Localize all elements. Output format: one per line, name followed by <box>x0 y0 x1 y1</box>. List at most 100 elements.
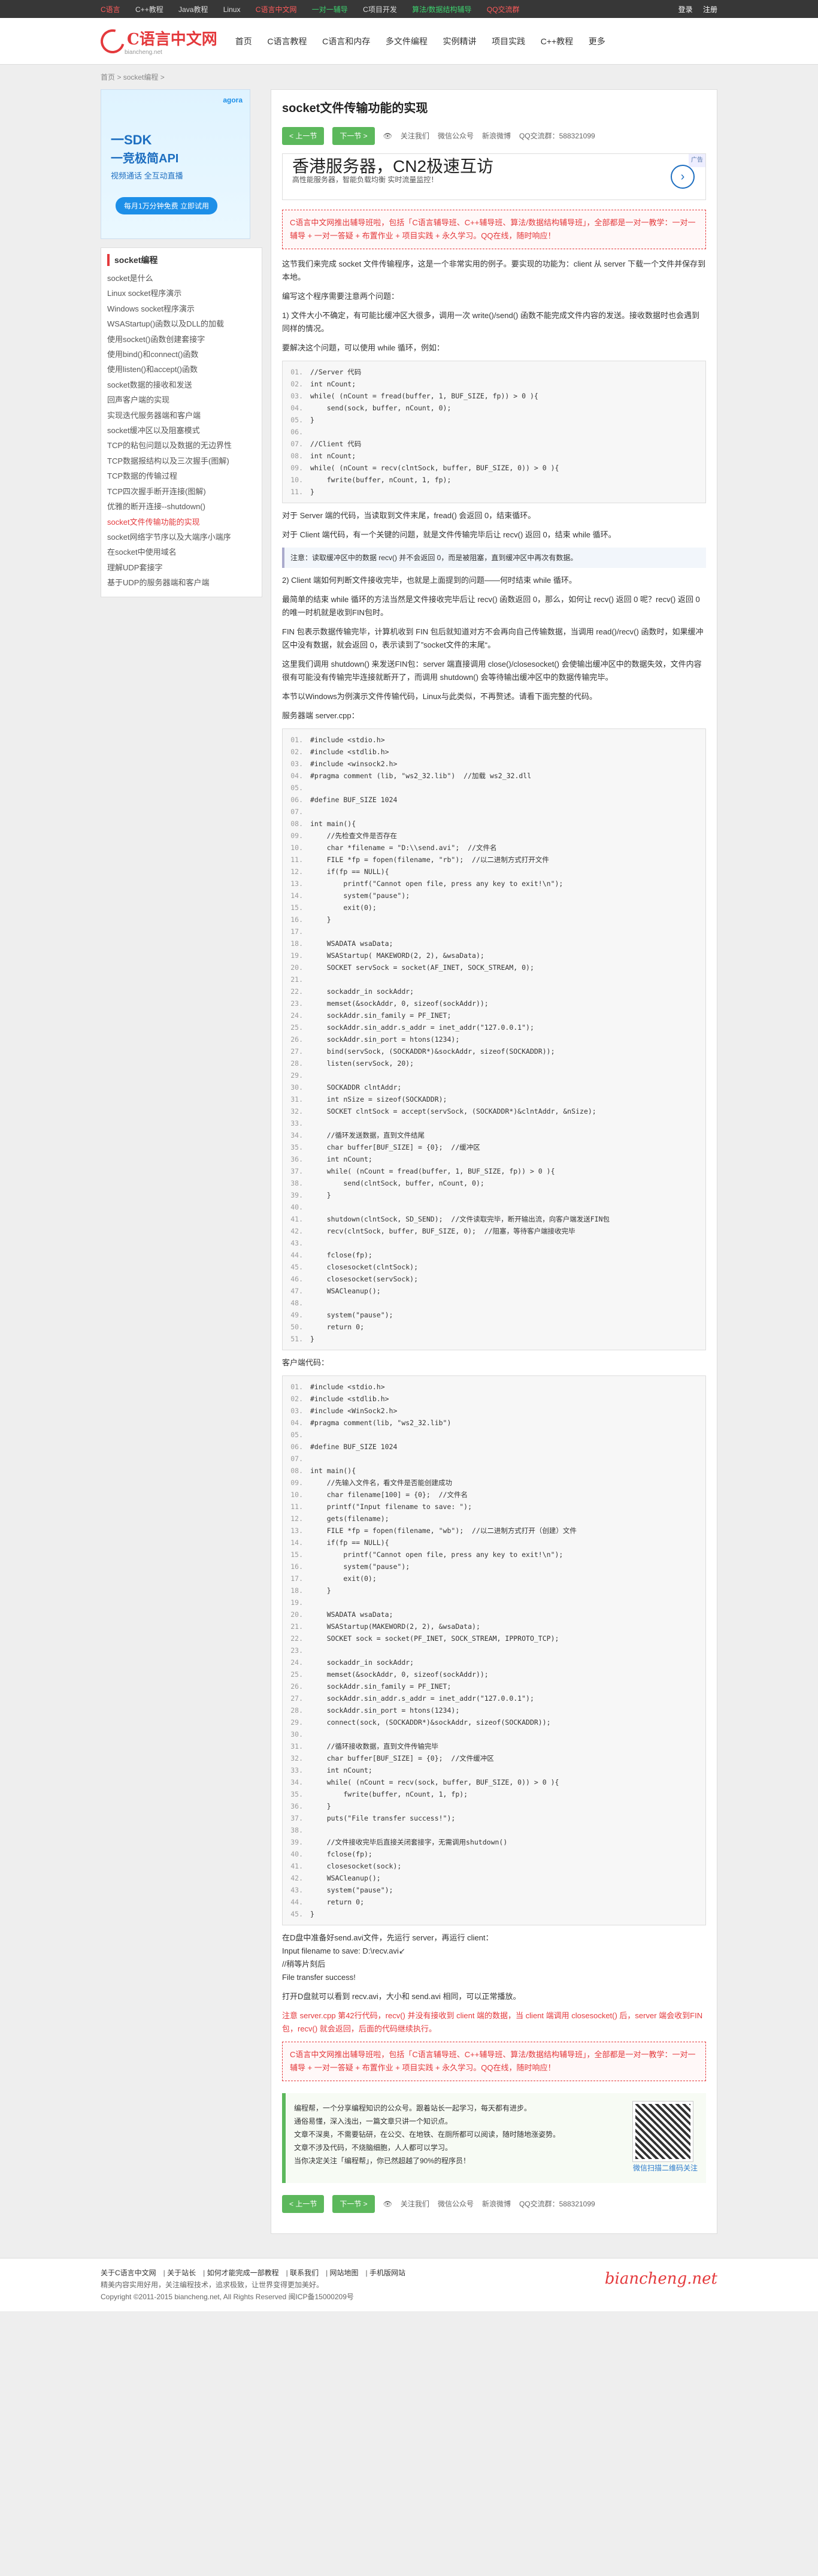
sidebar-menu-item[interactable]: Linux socket程序演示 <box>107 286 256 301</box>
sidebar-menu-item[interactable]: 基于UDP的服务器端和客户端 <box>107 575 256 590</box>
sidebar-menu-item[interactable]: socket网络字节序以及大端序小端序 <box>107 530 256 545</box>
meta-wechat[interactable]: 微信公众号 <box>438 2197 474 2211</box>
meta-follow[interactable]: 关注我们 <box>401 129 429 143</box>
code-text: send(clntSock, buffer, nCount, 0); <box>310 1179 484 1187</box>
footer-link[interactable]: 关于站长 <box>167 2269 196 2277</box>
meta-qq[interactable]: QQ交流群：588321099 <box>519 2197 595 2211</box>
line-number: 22. <box>290 987 303 996</box>
code-text: memset(&sockAddr, 0, sizeof(sockAddr)); <box>310 999 489 1008</box>
meta-qq[interactable]: QQ交流群：588321099 <box>519 129 595 143</box>
code-line: 05.} <box>283 414 705 426</box>
sidebar-menu-item[interactable]: Windows socket程序演示 <box>107 301 256 316</box>
menu-title: socket编程 <box>107 254 256 266</box>
nav-item[interactable]: C语言和内存 <box>322 37 370 46</box>
code-line: 09. while( (nCount = recv(clntSock, buffe… <box>283 462 705 474</box>
code-line: 28. listen(servSock, 20); <box>283 1057 705 1069</box>
sidebar-menu-item[interactable]: 回声客户端的实现 <box>107 392 256 407</box>
chevron-right-icon[interactable]: › <box>671 165 695 189</box>
sidebar-menu-item[interactable]: 在socket中使用域名 <box>107 545 256 560</box>
next-button[interactable]: 下一节 > <box>332 127 375 145</box>
nav-item[interactable]: 首页 <box>235 37 252 46</box>
code-line: 34. //循环发送数据，直到文件结尾 <box>283 1129 705 1141</box>
nav-item[interactable]: 更多 <box>589 37 605 46</box>
sidebar-menu-item[interactable]: socket是什么 <box>107 271 256 286</box>
sidebar-menu-item[interactable]: 使用bind()和connect()函数 <box>107 347 256 362</box>
promo-box: 编程帮，一个分享编程知识的公众号。跟着站长一起学习，每天都有进步。 通俗易懂，深… <box>282 2093 706 2183</box>
breadcrumb-item[interactable]: 首页 <box>101 73 115 81</box>
register-link[interactable]: 注册 <box>703 5 717 14</box>
code-line: 10. char filename[100] = {0}; //文件名 <box>283 1489 705 1501</box>
code-line: 07. <box>283 806 705 818</box>
site-logo[interactable]: C语言中文网 biancheng.net <box>96 25 217 58</box>
sidebar-menu-item[interactable]: TCP数据报结构以及三次握手(图解) <box>107 453 256 468</box>
next-button[interactable]: 下一节 > <box>332 2195 375 2213</box>
sidebar-menu-item[interactable]: socket文件传输功能的实现 <box>107 515 256 530</box>
top-link[interactable]: C语言中文网 <box>256 5 297 14</box>
meta-weibo[interactable]: 新浪微博 <box>482 129 511 143</box>
nav-item[interactable]: C++教程 <box>541 37 573 46</box>
top-link[interactable]: C语言 <box>101 5 120 14</box>
nav-item[interactable]: 项目实践 <box>492 37 525 46</box>
code-text: SOCKET sock = socket(PF_INET, SOCK_STREA… <box>310 1634 559 1643</box>
nav-item[interactable]: 多文件编程 <box>386 37 428 46</box>
sidebar-menu-item[interactable]: WSAStartup()函数以及DLL的加载 <box>107 316 256 331</box>
line-number: 25. <box>290 1670 303 1679</box>
sidebar-menu-item[interactable]: TCP的粘包问题以及数据的无边界性 <box>107 438 256 453</box>
sidebar-menu-item[interactable]: 实现迭代服务器端和客户端 <box>107 408 256 423</box>
top-link[interactable]: Java教程 <box>178 5 208 14</box>
sidebar-menu-item[interactable]: 使用listen()和accept()函数 <box>107 362 256 377</box>
footer-link[interactable]: 联系我们 <box>290 2269 319 2277</box>
login-link[interactable]: 登录 <box>678 5 693 14</box>
sidebar-menu-item[interactable]: 理解UDP套接字 <box>107 560 256 575</box>
sidebar-ad[interactable]: agora 一SDK 一竞极简API 视频通话 全互动直播 每月1万分钟免费 立… <box>101 89 250 239</box>
top-link[interactable]: C项目开发 <box>363 5 397 14</box>
paragraph: 注意 server.cpp 第42行代码，recv() 并没有接收到 clien… <box>282 2011 703 2033</box>
line-number: 01. <box>290 368 303 376</box>
prev-button[interactable]: < 上一节 <box>282 2195 325 2213</box>
footer-link[interactable]: 网站地图 <box>330 2269 359 2277</box>
code-text: puts("File transfer success!"); <box>310 1814 456 1822</box>
breadcrumb-item[interactable]: socket编程 <box>123 73 159 81</box>
line-number: 19. <box>290 951 303 960</box>
sidebar-menu-item[interactable]: TCP四次握手断开连接(图解) <box>107 484 256 499</box>
code-line: 50. return 0; <box>283 1321 705 1333</box>
top-link[interactable]: C++教程 <box>135 5 163 14</box>
meta-follow[interactable]: 关注我们 <box>401 2197 429 2211</box>
paragraph: 对于 Client 端代码，有一个关键的问题，就是文件传输完毕后让 recv()… <box>282 530 616 539</box>
meta-weibo[interactable]: 新浪微博 <box>482 2197 511 2211</box>
banner-ad[interactable]: 广告 香港服务器，CN2极速互访 高性能服务器，智能负载均衡 实时流量监控！ › <box>282 153 706 200</box>
code-line: 12. if(fp == NULL){ <box>283 866 705 878</box>
line-number: 42. <box>290 1874 303 1882</box>
code-text: WSACleanup(); <box>310 1874 381 1882</box>
footer-link[interactable]: 关于C语言中文网 <box>101 2269 156 2277</box>
prev-button[interactable]: < 上一节 <box>282 127 325 145</box>
code-line: 41. closesocket(sock); <box>283 1860 705 1872</box>
sidebar-menu-item[interactable]: TCP数据的传输过程 <box>107 468 256 483</box>
nav-item[interactable]: C语言教程 <box>267 37 307 46</box>
footer-link[interactable]: 如何才能完成一部教程 <box>207 2269 279 2277</box>
top-link[interactable]: Linux <box>223 5 241 14</box>
paragraph: 1) 文件大小不确定，有可能比缓冲区大很多，调用一次 write()/send(… <box>282 311 699 333</box>
nav-item[interactable]: 实例精讲 <box>443 37 476 46</box>
sidebar-menu-item[interactable]: 使用socket()函数创建套接字 <box>107 332 256 347</box>
paragraph: 打开D盘就可以看到 recv.avi，大小和 send.avi 相同，可以正常播… <box>282 1992 521 2001</box>
result-line: //稍等片刻后 <box>282 1960 326 1969</box>
code-line: 51.} <box>283 1333 705 1345</box>
code-text: } <box>310 1335 314 1343</box>
top-link[interactable]: QQ交流群 <box>487 5 520 14</box>
footer-link[interactable]: 手机版网站 <box>369 2269 405 2277</box>
top-link[interactable]: 一对一辅导 <box>312 5 348 14</box>
line-number: 11. <box>290 1502 303 1511</box>
code-line: 43. system("pause"); <box>283 1884 705 1896</box>
line-number: 26. <box>290 1682 303 1691</box>
line-number: 36. <box>290 1155 303 1163</box>
sidebar-menu-item[interactable]: 优雅的断开连接--shutdown() <box>107 499 256 514</box>
line-number: 16. <box>290 1562 303 1571</box>
ad-subtitle: 高性能服务器，智能负载均衡 实时流量监控！ <box>292 176 438 184</box>
sidebar-menu-item[interactable]: socket缓冲区以及阻塞模式 <box>107 423 256 438</box>
sidebar-menu-item[interactable]: socket数据的接收和发送 <box>107 377 256 392</box>
line-number: 08. <box>290 820 303 828</box>
meta-wechat[interactable]: 微信公众号 <box>438 129 474 143</box>
ad-cta-button[interactable]: 每月1万分钟免费 立即试用 <box>116 197 218 214</box>
top-link[interactable]: 算法/数据结构辅导 <box>412 5 471 14</box>
